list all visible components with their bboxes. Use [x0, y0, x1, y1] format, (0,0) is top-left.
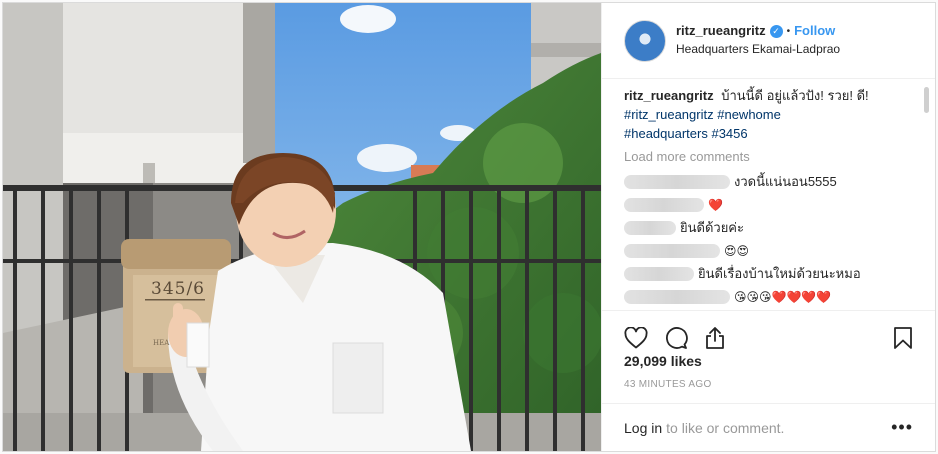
location-link[interactable]: Headquarters Ekamai-Ladprao — [676, 42, 840, 58]
post-timestamp[interactable]: 43 MINUTES AGO — [624, 379, 712, 390]
comment-row: งวดนี้แน่นอน5555 — [624, 170, 915, 193]
blurred-username — [624, 289, 730, 304]
username-link[interactable]: ritz_rueangritz — [676, 23, 766, 40]
post-sidebar: ritz_rueangritz ✓ • Follow Headquarters … — [601, 3, 935, 451]
avatar[interactable] — [624, 19, 666, 62]
caption-username[interactable]: ritz_rueangritz — [624, 88, 714, 103]
hashtag-link[interactable]: #newhome — [717, 107, 781, 122]
post-photo[interactable]: 345/6 HEA — [3, 3, 601, 451]
comments-section: ritz_rueangritz บ้านนี้ดี อยู่แล้วปัง! ร… — [602, 80, 935, 310]
comment-footer: Log in to like or comment. ••• — [602, 403, 935, 451]
likes-count[interactable]: 29,099 likes — [624, 353, 702, 369]
blurred-username — [624, 197, 704, 212]
more-options-icon[interactable]: ••• — [891, 417, 913, 438]
comment-text: 😍😍 — [724, 243, 750, 258]
bookmark-icon[interactable] — [893, 326, 913, 350]
load-more-comments-button[interactable]: Load more comments — [624, 149, 915, 164]
heart-icon[interactable] — [624, 326, 648, 349]
separator-dot: • — [786, 26, 791, 38]
photo-illustration — [3, 3, 601, 451]
comment-row: ยินดีเรื่องบ้านใหม่ด้วยนะหมอ — [624, 262, 915, 285]
login-link[interactable]: Log in — [624, 420, 662, 436]
comment-text: งวดนี้แน่นอน5555 — [734, 174, 837, 189]
hashtag-link[interactable]: #headquarters — [624, 126, 708, 141]
comment-text: ❤️ — [708, 197, 723, 212]
caption-text: บ้านนี้ดี อยู่แล้วปัง! รวย! ดี! — [721, 88, 869, 103]
mailbox-number: 345/6 — [151, 279, 205, 299]
comment-text: 😘😘😘❤️❤️❤️❤️ — [734, 289, 832, 304]
share-icon[interactable] — [704, 326, 726, 350]
post-card: 345/6 HEA ritz_rueangritz ✓ • Follow Hea… — [2, 2, 936, 452]
comment-text: ยินดีเรื่องบ้านใหม่ด้วยนะหมอ — [698, 266, 861, 281]
blurred-username — [624, 266, 694, 281]
header-meta: ritz_rueangritz ✓ • Follow Headquarters … — [676, 23, 840, 57]
comment-row: 😘😘😘❤️❤️❤️❤️ — [624, 285, 915, 308]
comment-row: ❤️ — [624, 193, 915, 216]
comments-scrollbar[interactable] — [924, 87, 929, 113]
comment-text: ยินดีด้วยค่ะ — [680, 220, 744, 235]
comment-row: ยินดีด้วยค่ะ — [624, 216, 915, 239]
hashtag-link[interactable]: #3456 — [711, 126, 747, 141]
comment-row: 😍😍 — [624, 239, 915, 262]
action-bar — [602, 310, 935, 356]
header-line: ritz_rueangritz ✓ • Follow — [676, 23, 840, 40]
follow-button[interactable]: Follow — [794, 23, 835, 40]
login-prompt-text: to like or comment. — [666, 419, 785, 436]
comment-icon[interactable] — [664, 326, 688, 350]
verified-badge-icon: ✓ — [769, 25, 783, 39]
blurred-username — [624, 220, 676, 235]
caption: ritz_rueangritz บ้านนี้ดี อยู่แล้วปัง! ร… — [624, 86, 915, 143]
blurred-username — [624, 174, 730, 189]
blurred-username — [624, 243, 720, 258]
hashtag-link[interactable]: #ritz_rueangritz — [624, 107, 714, 122]
post-header: ritz_rueangritz ✓ • Follow Headquarters … — [602, 3, 935, 79]
mailbox-label: HEA — [153, 339, 170, 347]
